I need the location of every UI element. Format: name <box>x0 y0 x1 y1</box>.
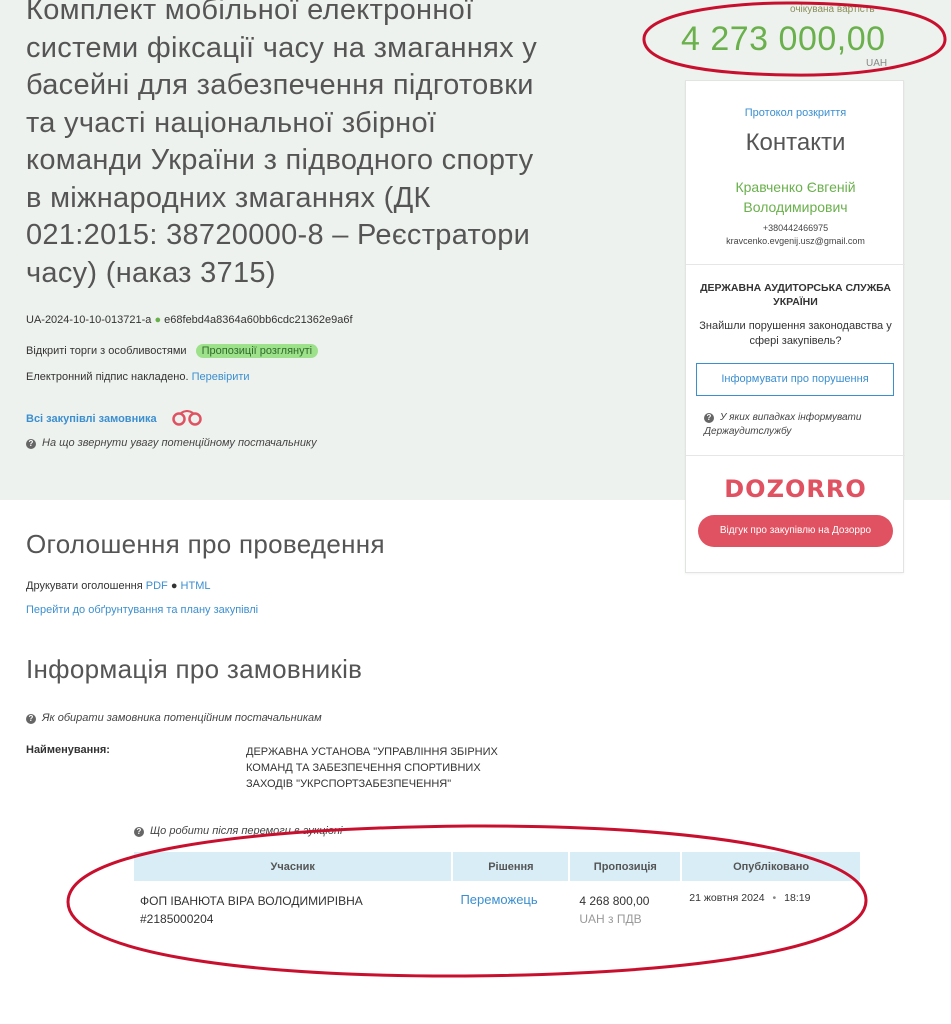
supplier-hint-line: ? На що звернути увагу потенційному поста… <box>26 437 317 449</box>
participant-name: ФОП ІВАНЮТА ВІРА ВОЛОДИМИРІВНА <box>140 894 363 908</box>
handcuffs-icon <box>171 410 202 426</box>
verify-signature-link[interactable]: Перевірити <box>192 371 250 383</box>
pdf-link[interactable]: PDF <box>146 580 168 592</box>
contacts-heading: Контакти <box>745 129 846 156</box>
customers-heading: Інформація про замовників <box>26 654 363 684</box>
expected-value-label: очікувана вартість <box>790 4 875 15</box>
procedure-type: Відкриті торги з особливостями <box>26 345 187 357</box>
html-link[interactable]: HTML <box>181 580 211 592</box>
decision-cell: Переможець <box>452 881 569 928</box>
expected-value-currency: UAH <box>866 58 888 69</box>
dot-separator: ● <box>170 580 178 592</box>
all-purchases-link[interactable]: Всі закупівлі замовника <box>26 413 157 425</box>
divider <box>686 264 905 265</box>
inform-violation-button[interactable]: Інформувати про порушення <box>696 363 894 396</box>
tender-id: UA-2024-10-10-013721-a <box>26 314 152 326</box>
tender-hash: e68febd4a8364a60bb6cdc21362e9a6f <box>164 314 353 326</box>
contact-phone: +380442466975 <box>762 223 829 233</box>
contact-name: Кравченко Євгеній Володимирович <box>735 179 856 215</box>
winner-link[interactable]: Переможець <box>460 892 537 907</box>
dot-separator: ● <box>154 314 162 326</box>
published-cell: 21 жовтня 2024 • 18:19 <box>681 881 861 928</box>
print-line: Друкувати оголошення PDF ● HTML <box>26 580 210 592</box>
protocol-link[interactable]: Протокол розкриття <box>745 107 846 119</box>
question-icon: ? <box>26 714 36 724</box>
question-icon: ? <box>134 827 144 837</box>
table-header-row: Учасник Рішення Пропозиція Опубліковано <box>134 852 862 881</box>
column-header-offer: Пропозиція <box>569 852 683 881</box>
bids-hint-line: ? Що робити після перемоги в аукціоні <box>134 825 342 837</box>
dot-separator: • <box>772 892 777 904</box>
sidebar-panel: Протокол розкриття Контакти Кравченко Єв… <box>685 80 905 573</box>
divider <box>686 455 905 456</box>
dozorro-logo: DOZORRO <box>724 475 867 503</box>
column-header-published: Опубліковано <box>681 852 862 881</box>
auditor-question: Знайшли порушення законодавства у сфері … <box>699 320 892 347</box>
supplier-hint[interactable]: На що звернути увагу потенційному постач… <box>42 437 317 449</box>
signature-text: Електронний підпис накладено. <box>26 371 189 383</box>
dozorro-review-button[interactable]: Відгук про закупівлю на Дозорро <box>698 515 893 547</box>
signature-line: Електронний підпис накладено. Перевірити <box>26 371 250 383</box>
all-purchases-line: Всі закупівлі замовника <box>26 410 204 426</box>
inform-hint-line: ? У яких випадках інформувати Держаудитсл… <box>704 411 894 439</box>
offer-amount: 4 268 800,00 <box>579 894 650 908</box>
bids-hint[interactable]: Що робити після перемоги в аукціоні <box>150 825 342 837</box>
status-badge: Пропозиції розглянуті <box>195 344 319 358</box>
published-date: 21 жовтня 2024 <box>689 892 765 904</box>
customer-name-value: ДЕРЖАВНА УСТАНОВА "УПРАВЛІННЯ ЗБІРНИХ КО… <box>246 746 498 790</box>
customer-name-label: Найменування: <box>26 744 110 756</box>
participant-cell: ФОП ІВАНЮТА ВІРА ВОЛОДИМИРІВНА #21850002… <box>134 881 452 928</box>
bids-table: Учасник Рішення Пропозиція Опубліковано … <box>134 852 862 928</box>
question-icon: ? <box>26 439 36 449</box>
question-icon: ? <box>704 413 714 423</box>
tender-id-line: UA-2024-10-10-013721-a ● e68febd4a8364a6… <box>26 314 353 326</box>
published-time: 18:19 <box>784 892 811 904</box>
column-header-participant: Учасник <box>134 852 454 881</box>
tender-title: Комплект мобільної електронної системи ф… <box>26 0 538 289</box>
inform-hint[interactable]: У яких випадках інформувати Держаудитслу… <box>704 412 861 437</box>
contact-email: kravcenko.evgenij.usz@gmail.com <box>726 236 865 246</box>
plan-link[interactable]: Перейти до обґрунтування та плану закупі… <box>26 604 258 616</box>
offer-cell: 4 268 800,00 UAH з ПДВ <box>569 881 681 928</box>
participant-id: #2185000204 <box>140 912 214 926</box>
procedure-line: Відкриті торги з особливостями Пропозиці… <box>26 344 319 358</box>
table-row: ФОП ІВАНЮТА ВІРА ВОЛОДИМИРІВНА #21850002… <box>134 881 861 928</box>
plan-line: Перейти до обґрунтування та плану закупі… <box>26 604 258 616</box>
offer-note: UAH з ПДВ <box>579 912 642 926</box>
expected-value-amount: 4 273 000,00 <box>681 20 886 58</box>
customer-hint[interactable]: Як обирати замовника потенційним постача… <box>42 712 322 724</box>
auditor-title: ДЕРЖАВНА АУДИТОРСЬКА СЛУЖБА УКРАЇНИ <box>700 282 891 308</box>
announcement-heading: Оголошення про проведення <box>26 529 385 559</box>
column-header-decision: Рішення <box>452 852 571 881</box>
print-label: Друкувати оголошення <box>26 580 143 592</box>
customer-hint-line: ? Як обирати замовника потенційним постач… <box>26 712 322 724</box>
